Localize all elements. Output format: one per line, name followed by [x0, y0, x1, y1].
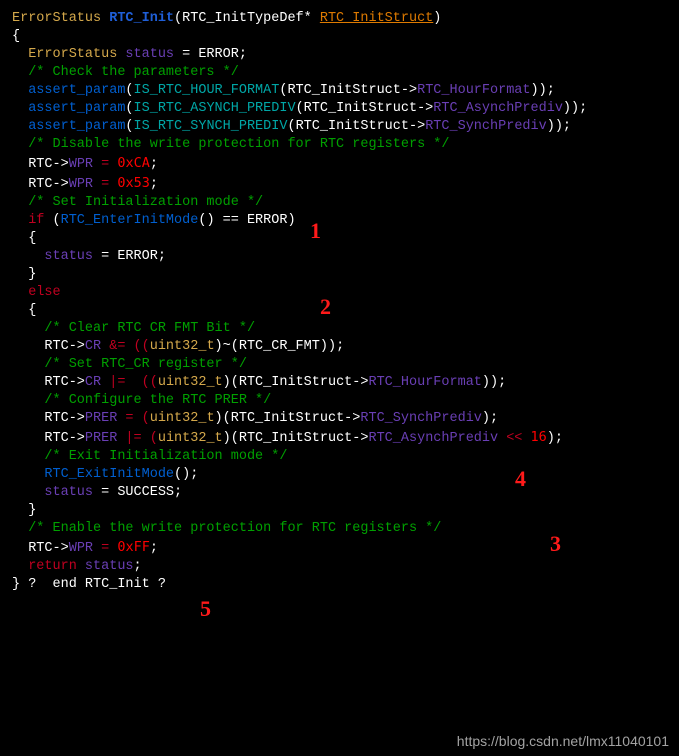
- code-line: ErrorStatus status = ERROR;: [12, 46, 667, 64]
- code-line: ErrorStatus RTC_Init(RTC_InitTypeDef* RT…: [12, 10, 667, 28]
- code-line: RTC->PRER |= (uint32_t)(RTC_InitStruct->…: [12, 428, 667, 448]
- comment: /* Clear RTC CR FMT Bit */: [12, 320, 667, 338]
- comment: /* Check the parameters */: [12, 64, 667, 82]
- code-line: RTC->WPR = 0xFF;: [12, 538, 667, 558]
- comment: /* Configure the RTC PRER */: [12, 392, 667, 410]
- annotation-5: 5: [200, 600, 211, 618]
- comment: /* Exit Initialization mode */: [12, 448, 667, 466]
- code-line: }: [12, 502, 667, 520]
- code-line: assert_param(IS_RTC_SYNCH_PREDIV(RTC_Ini…: [12, 118, 667, 136]
- code-line: RTC->PRER = (uint32_t)(RTC_InitStruct->R…: [12, 410, 667, 428]
- code-line: return status;: [12, 558, 667, 576]
- code-line: RTC_ExitInitMode();: [12, 466, 667, 484]
- code-line: RTC->WPR = 0x53;: [12, 174, 667, 194]
- code-line: {: [12, 230, 667, 248]
- code-line: if (RTC_EnterInitMode() == ERROR): [12, 212, 667, 230]
- code-line: assert_param(IS_RTC_HOUR_FORMAT(RTC_Init…: [12, 82, 667, 100]
- code-line: RTC->WPR = 0xCA;: [12, 154, 667, 174]
- code-block: ErrorStatus RTC_Init(RTC_InitTypeDef* RT…: [12, 10, 667, 594]
- comment: /* Set Initialization mode */: [12, 194, 667, 212]
- code-line: {: [12, 28, 667, 46]
- code-line: status = ERROR;: [12, 248, 667, 266]
- code-line: assert_param(IS_RTC_ASYNCH_PREDIV(RTC_In…: [12, 100, 667, 118]
- code-line: RTC->CR |= ((uint32_t)(RTC_InitStruct->R…: [12, 374, 667, 392]
- code-line: } ? end RTC_Init ?: [12, 576, 667, 594]
- comment: /* Enable the write protection for RTC r…: [12, 520, 667, 538]
- code-line: else: [12, 284, 667, 302]
- comment: /* Set RTC_CR register */: [12, 356, 667, 374]
- comment: /* Disable the write protection for RTC …: [12, 136, 667, 154]
- code-line: RTC->CR &= ((uint32_t)~(RTC_CR_FMT));: [12, 338, 667, 356]
- code-line: }: [12, 266, 667, 284]
- code-line: status = SUCCESS;: [12, 484, 667, 502]
- code-line: {: [12, 302, 667, 320]
- watermark: https://blog.csdn.net/lmx11040101: [457, 732, 669, 750]
